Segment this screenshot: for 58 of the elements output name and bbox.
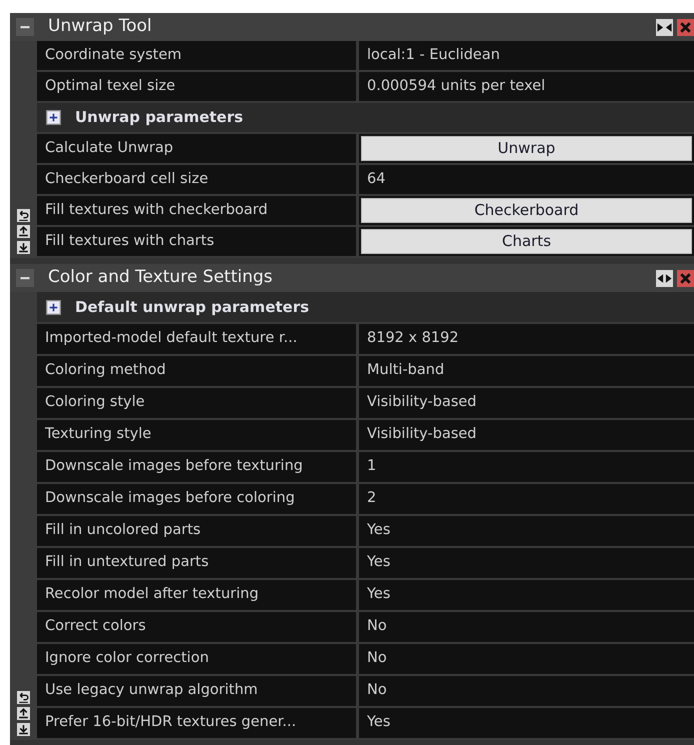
property-label: Fill textures with charts [37, 227, 359, 256]
group-row[interactable]: Default unwrap parameters [37, 292, 694, 322]
property-value: Yes [359, 548, 694, 578]
property-label: Prefer 16-bit/HDR textures gener... [37, 708, 359, 738]
plus-icon[interactable] [46, 110, 61, 125]
property-value: Yes [359, 516, 694, 546]
upload-icon[interactable] [17, 707, 30, 720]
property-value: No [359, 612, 694, 642]
property-value: 1 [359, 452, 694, 482]
upload-icon[interactable] [17, 225, 30, 238]
plus-icon[interactable] [46, 300, 61, 314]
property-value: 0.000594 units per texel [359, 72, 694, 101]
action-button[interactable]: Checkerboard [361, 198, 692, 223]
property-label: Downscale images before coloring [37, 484, 359, 514]
property-label: Fill in untextured parts [37, 548, 359, 578]
property-value: Yes [359, 708, 694, 738]
property-label: Optimal texel size [37, 72, 359, 101]
undo-icon[interactable] [17, 209, 30, 222]
collapse-icon[interactable] [16, 269, 34, 287]
collapse-icon[interactable] [16, 18, 34, 36]
panel-title: Unwrap Tool [48, 15, 153, 38]
property-label: Recolor model after texturing [37, 580, 359, 610]
property-label: Use legacy unwrap algorithm [37, 676, 359, 706]
property-value: Visibility-based [359, 420, 694, 450]
group-row[interactable]: Unwrap parameters [37, 103, 694, 132]
action-button[interactable]: Unwrap [361, 136, 692, 161]
property-label: Texturing style [37, 420, 359, 450]
action-button[interactable]: Charts [361, 229, 692, 254]
group-label: Unwrap parameters [75, 107, 244, 128]
property-label: Fill in uncolored parts [37, 516, 359, 546]
property-label: Checkerboard cell size [37, 165, 359, 194]
property-label: Calculate Unwrap [37, 134, 359, 163]
property-value: 8192 x 8192 [359, 324, 694, 354]
property-value: Multi-band [359, 356, 694, 386]
property-label: Coloring method [37, 356, 359, 386]
property-label: Correct colors [37, 612, 359, 642]
property-label: Coordinate system [37, 41, 359, 70]
property-label: Fill textures with checkerboard [37, 196, 359, 225]
property-label: Coloring style [37, 388, 359, 418]
property-value: local:1 - Euclidean [359, 41, 694, 70]
property-label: Downscale images before texturing [37, 452, 359, 482]
collapse-arrows-icon[interactable] [656, 18, 673, 36]
property-value: 2 [359, 484, 694, 514]
property-label: Imported-model default texture r... [37, 324, 359, 354]
group-label: Default unwrap parameters [75, 296, 310, 318]
property-value: Visibility-based [359, 388, 694, 418]
property-value: No [359, 644, 694, 674]
property-value: 64 [359, 165, 694, 194]
property-value: No [359, 676, 694, 706]
close-icon[interactable] [677, 270, 694, 286]
property-value: Yes [359, 580, 694, 610]
expand-arrows-icon[interactable] [656, 270, 673, 286]
download-icon[interactable] [17, 723, 30, 736]
close-icon[interactable] [677, 18, 694, 36]
download-icon[interactable] [17, 241, 30, 254]
panel-title: Color and Texture Settings [48, 266, 274, 290]
undo-icon[interactable] [17, 691, 30, 704]
property-label: Ignore color correction [37, 644, 359, 674]
